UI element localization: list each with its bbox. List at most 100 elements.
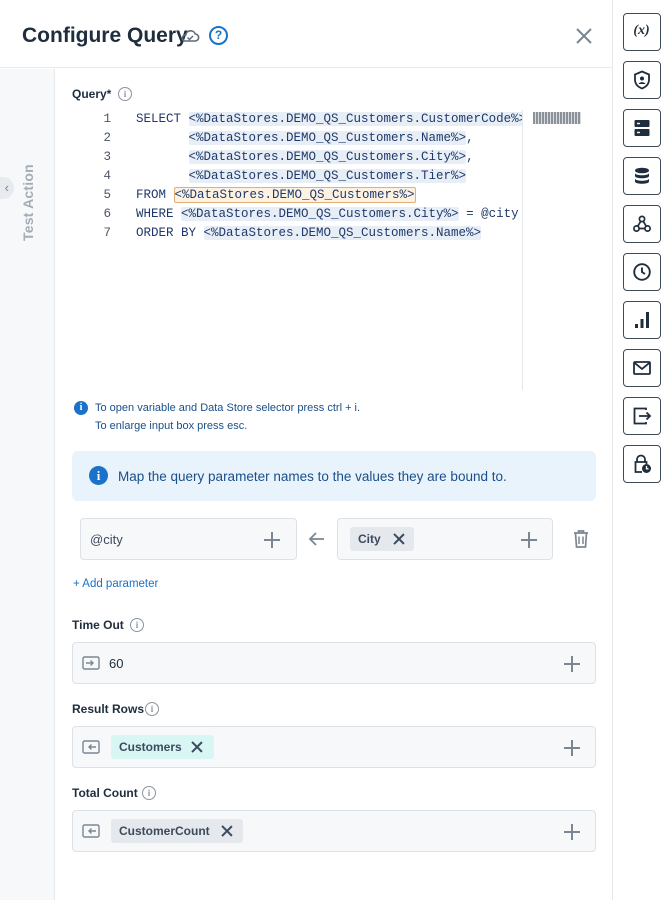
- timeout-add-icon[interactable]: [564, 656, 580, 672]
- test-action-strip: ‹ Test Action: [0, 69, 55, 900]
- datastore-token[interactable]: <%DataStores.DEMO_QS_Customers.City%>: [188, 150, 467, 164]
- clock-icon: [633, 263, 651, 281]
- code-line[interactable]: <%DataStores.DEMO_QS_Customers.City%>,: [136, 148, 522, 167]
- sql-text: WHERE: [136, 207, 182, 221]
- cloud-icon[interactable]: [180, 28, 200, 44]
- close-icon[interactable]: [574, 26, 594, 46]
- database-button[interactable]: [623, 157, 661, 195]
- total-count-chip-label: CustomerCount: [119, 824, 210, 838]
- banner-info-icon: i: [89, 466, 108, 485]
- binding-add-icon[interactable]: [521, 532, 537, 548]
- binding-chip[interactable]: City: [350, 527, 414, 551]
- banner-text: Map the query parameter names to the val…: [118, 469, 507, 484]
- total-count-info-icon[interactable]: i: [142, 786, 156, 800]
- line-number: 5: [103, 188, 111, 202]
- query-editor[interactable]: 1 2 3 4 5 6 7 SELECT <%DataStores.DEMO_QS_Cust…: [88, 110, 583, 390]
- server-icon: [634, 120, 650, 136]
- code-line[interactable]: <%DataStores.DEMO_QS_Customers.Tier%>: [136, 167, 522, 186]
- analytics-button[interactable]: [623, 301, 661, 339]
- timeout-field[interactable]: 60: [72, 642, 596, 684]
- shield-user-icon: [634, 70, 650, 90]
- webhook-button[interactable]: [623, 205, 661, 243]
- binding-chip-label: City: [358, 532, 381, 546]
- export-arrow-icon: [633, 407, 652, 425]
- code-line[interactable]: ORDER BY <%DataStores.DEMO_QS_Customers.…: [136, 224, 522, 243]
- datastore-token[interactable]: <%DataStores.DEMO_QS_Customers.Name%>: [203, 226, 482, 240]
- editor-minimap[interactable]: [522, 110, 583, 390]
- code-area[interactable]: SELECT <%DataStores.DEMO_QS_Customers.Cu…: [136, 110, 522, 243]
- hint-enlarge-text: To enlarge input box press esc.: [95, 420, 248, 432]
- timed-lock-button[interactable]: [623, 445, 661, 483]
- sql-text: SELECT: [136, 112, 189, 126]
- query-info-icon[interactable]: i: [118, 87, 132, 101]
- sql-text: FROM: [136, 188, 174, 202]
- variables-button[interactable]: (x): [623, 13, 661, 51]
- total-count-field[interactable]: CustomerCount: [72, 810, 596, 852]
- result-rows-info-icon[interactable]: i: [145, 702, 159, 716]
- code-line[interactable]: SELECT <%DataStores.DEMO_QS_Customers.Cu…: [136, 110, 522, 129]
- datastore-token[interactable]: <%DataStores.DEMO_QS_Customers.Tier%>: [188, 169, 467, 183]
- line-number: 7: [103, 226, 111, 240]
- code-line[interactable]: <%DataStores.DEMO_QS_Customers.Name%>,: [136, 129, 522, 148]
- lock-clock-icon: [634, 454, 651, 473]
- total-count-chip[interactable]: CustomerCount: [111, 819, 243, 843]
- sql-text: = @city: [458, 207, 519, 221]
- line-number: 6: [103, 207, 111, 221]
- parameter-name-field[interactable]: @city: [80, 518, 297, 560]
- code-line[interactable]: WHERE <%DataStores.DEMO_QS_Customers.Cit…: [136, 205, 522, 224]
- panel-header: Configure Query ?: [0, 0, 613, 68]
- security-button[interactable]: [623, 61, 661, 99]
- trash-icon[interactable]: [572, 529, 590, 549]
- result-rows-chip-label: Customers: [119, 740, 182, 754]
- webhook-icon: [633, 215, 651, 232]
- total-count-label: Total Count: [72, 786, 138, 800]
- help-icon[interactable]: ?: [209, 26, 228, 45]
- query-label: Query*: [72, 87, 112, 101]
- bar-chart-icon: [635, 312, 649, 328]
- envelope-icon: [633, 361, 651, 375]
- code-line[interactable]: FROM <%DataStores.DEMO_QS_Customers%>: [136, 186, 522, 205]
- hint-info-icon: i: [74, 401, 88, 415]
- timeout-value: 60: [109, 656, 124, 671]
- total-count-chip-remove-icon[interactable]: [221, 825, 233, 837]
- datastore-token[interactable]: <%DataStores.DEMO_QS_Customers.City%>: [181, 207, 459, 221]
- server-button[interactable]: [623, 109, 661, 147]
- result-rows-add-icon[interactable]: [564, 740, 580, 756]
- parameter-name-add-icon[interactable]: [264, 532, 280, 548]
- sql-text: ,: [466, 150, 474, 164]
- datastore-token[interactable]: <%DataStores.DEMO_QS_Customers.Name%>: [188, 131, 467, 145]
- add-parameter-link[interactable]: + Add parameter: [73, 578, 158, 590]
- line-number: 4: [103, 169, 111, 183]
- minimap-slider[interactable]: [533, 112, 581, 124]
- result-rows-chip[interactable]: Customers: [111, 735, 214, 759]
- result-rows-label: Result Rows: [72, 702, 145, 716]
- line-number: 2: [103, 131, 111, 145]
- email-button[interactable]: [623, 349, 661, 387]
- timeout-info-icon[interactable]: i: [130, 618, 144, 632]
- output-variable-icon: [82, 824, 100, 838]
- sql-text: ORDER BY: [136, 226, 204, 240]
- right-tool-rail: (x): [614, 0, 670, 900]
- sql-text: ,: [466, 131, 474, 145]
- binding-chip-remove-icon[interactable]: [393, 533, 405, 545]
- collapse-chevron-icon[interactable]: ‹: [0, 177, 14, 199]
- result-rows-chip-remove-icon[interactable]: [191, 741, 203, 753]
- parameter-binding-field[interactable]: City: [337, 518, 553, 560]
- schedule-button[interactable]: [623, 253, 661, 291]
- line-number-gutter: 1 2 3 4 5 6 7: [88, 110, 128, 243]
- datastore-token[interactable]: <%DataStores.DEMO_QS_Customers.CustomerC…: [188, 112, 522, 126]
- input-variable-icon: [82, 656, 100, 670]
- result-rows-field[interactable]: Customers: [72, 726, 596, 768]
- total-count-add-icon[interactable]: [564, 824, 580, 840]
- arrow-left-icon: [308, 532, 324, 546]
- hint-shortcut-text: To open variable and Data Store selector…: [95, 402, 361, 414]
- line-number: 3: [103, 150, 111, 164]
- export-button[interactable]: [623, 397, 661, 435]
- datastore-token[interactable]: <%DataStores.DEMO_QS_Customers%>: [173, 187, 416, 203]
- timeout-label: Time Out: [72, 618, 124, 632]
- test-action-tab[interactable]: Test Action: [20, 164, 36, 241]
- parameter-name-value: @city: [90, 532, 123, 547]
